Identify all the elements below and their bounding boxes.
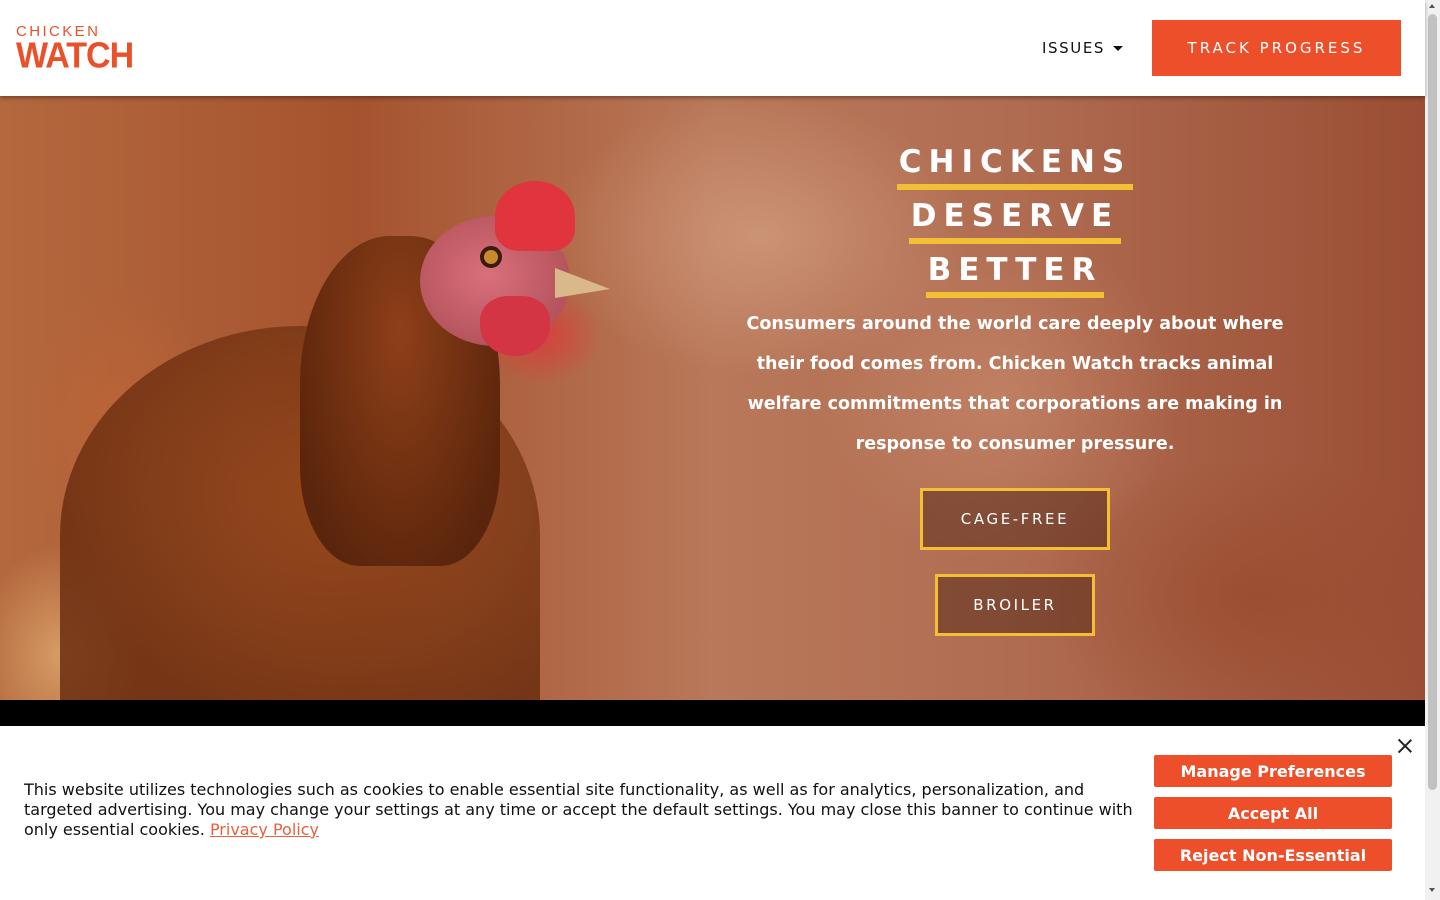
- headline-word-3: BETTER: [925, 248, 1105, 298]
- vertical-scrollbar[interactable]: [1425, 0, 1440, 900]
- hero-headline: CHICKENS DESERVE BETTER: [815, 140, 1215, 302]
- hero-description: Consumers around the world care deeply a…: [746, 314, 1284, 454]
- hero-image-hen-wattle: [480, 296, 550, 356]
- accept-all-button[interactable]: Accept All: [1154, 797, 1392, 829]
- headline-word-2: DESERVE: [908, 194, 1122, 244]
- headline-word-1: CHICKENS: [896, 140, 1134, 190]
- issues-dropdown[interactable]: ISSUES: [1042, 38, 1124, 58]
- track-progress-button[interactable]: TRACK PROGRESS: [1152, 20, 1401, 76]
- caret-down-icon: [1113, 45, 1124, 51]
- hero-image-hen-eye: [480, 246, 502, 268]
- scroll-up-arrow-icon[interactable]: [1429, 4, 1435, 8]
- scroll-down-arrow-icon[interactable]: [1429, 888, 1435, 892]
- broiler-button[interactable]: BROILER: [935, 574, 1095, 636]
- section-divider: [0, 700, 1425, 726]
- privacy-policy-link[interactable]: Privacy Policy: [210, 820, 319, 839]
- close-icon[interactable]: [1397, 738, 1413, 754]
- cage-free-button[interactable]: CAGE-FREE: [920, 488, 1110, 550]
- cookie-banner-text: This website utilizes technologies such …: [24, 780, 1144, 840]
- logo-line-2: WATCH: [16, 35, 134, 76]
- reject-non-essential-button[interactable]: Reject Non-Essential: [1154, 839, 1392, 871]
- scrollbar-thumb[interactable]: [1428, 14, 1437, 790]
- chicken-watch-logo[interactable]: CHICKEN WATCH: [16, 24, 134, 74]
- issues-label: ISSUES: [1042, 39, 1106, 57]
- cookie-text-body: This website utilizes technologies such …: [24, 780, 1133, 839]
- hero-image-hen-comb: [495, 181, 575, 251]
- hero-image-hen-beak: [555, 268, 610, 298]
- manage-preferences-button[interactable]: Manage Preferences: [1154, 755, 1392, 787]
- site-header: CHICKEN WATCH ISSUES TRACK PROGRESS: [0, 0, 1425, 96]
